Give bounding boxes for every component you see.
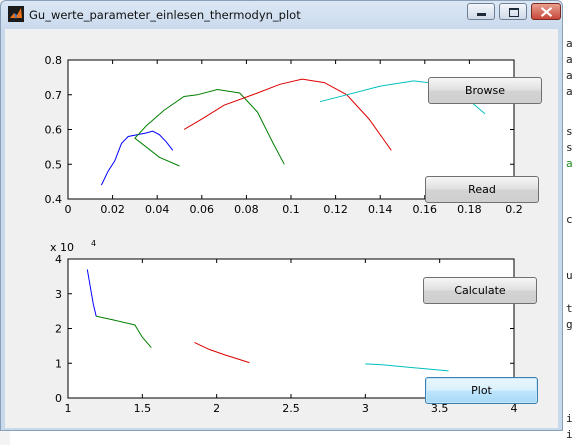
background-code-char: t xyxy=(566,302,573,315)
x-tick-label: 0.02 xyxy=(100,203,125,216)
background-code-char: a xyxy=(566,53,573,66)
y-tick-label: 2 xyxy=(55,323,62,336)
x-tick-label: 0 xyxy=(65,203,72,216)
axis-multiplier-label: x 10 xyxy=(50,241,74,254)
background-code-char: i xyxy=(566,412,573,425)
background-code-char: a xyxy=(566,69,573,82)
maximize-button[interactable] xyxy=(499,3,527,20)
y-tick-label: 0.5 xyxy=(45,158,63,171)
y-tick-label: 0 xyxy=(55,392,62,405)
background-code-char: s xyxy=(566,141,573,154)
y-tick-label: 0.8 xyxy=(45,54,63,67)
y-tick-label: 0.4 xyxy=(45,193,63,206)
x-tick-label: 0.16 xyxy=(413,203,438,216)
x-tick-label: 0.08 xyxy=(234,203,259,216)
x-tick-label: 3 xyxy=(362,402,369,415)
window-title: Gu_werte_parameter_einlesen_thermodyn_pl… xyxy=(29,8,301,22)
x-tick-label: 2.5 xyxy=(282,402,300,415)
figure-client-area: 0 0.02 0.04 0.06 0.08 0.1 0.12 0.14 0.16 0.18 0.2 0… xyxy=(5,29,558,428)
x-tick-label: 0.06 xyxy=(190,203,215,216)
x-tick-label: 1.5 xyxy=(134,402,152,415)
background-code-char: c xyxy=(566,213,573,226)
x-tick-label: 0.18 xyxy=(457,203,482,216)
background-code-char: i xyxy=(566,428,573,441)
plot-button[interactable]: Plot xyxy=(425,377,538,404)
x-tick-label: 0.12 xyxy=(323,203,348,216)
y-tick-label: 0.7 xyxy=(45,89,63,102)
close-button[interactable] xyxy=(531,3,561,20)
calculate-button[interactable]: Calculate xyxy=(423,277,537,304)
background-code-char: a xyxy=(566,37,573,50)
browse-button[interactable]: Browse xyxy=(428,77,542,104)
x-tick-label: 2 xyxy=(213,402,220,415)
background-code-char: g xyxy=(566,318,573,331)
x-tick-label: 1 xyxy=(65,402,72,415)
x-tick-label: 0.2 xyxy=(505,203,523,216)
x-tick-label: 0.1 xyxy=(282,203,300,216)
background-code-char: a xyxy=(566,157,573,170)
maximize-icon xyxy=(500,4,526,19)
background-code-char: u xyxy=(566,269,573,282)
background-editor-right: aaaassacutgii xyxy=(563,0,575,445)
background-code-char: s xyxy=(566,125,573,138)
minimize-icon xyxy=(468,4,494,19)
background-code-char: a xyxy=(566,85,573,98)
y-tick-label: 1 xyxy=(55,357,62,370)
close-icon xyxy=(532,4,560,19)
figure-window: Gu_werte_parameter_einlesen_thermodyn_pl… xyxy=(0,0,563,431)
y-tick-label: 0.6 xyxy=(45,124,63,137)
y-tick-label: 3 xyxy=(55,288,62,301)
y-tick-label: 4 xyxy=(55,253,62,266)
matlab-icon xyxy=(8,6,24,22)
title-bar: Gu_werte_parameter_einlesen_thermodyn_pl… xyxy=(1,1,562,29)
read-button[interactable]: Read xyxy=(425,176,539,203)
minimize-button[interactable] xyxy=(467,3,495,20)
x-tick-label: 0.04 xyxy=(145,203,170,216)
x-tick-label: 0.14 xyxy=(368,203,393,216)
axis-multiplier-exponent: 4 xyxy=(91,239,96,248)
